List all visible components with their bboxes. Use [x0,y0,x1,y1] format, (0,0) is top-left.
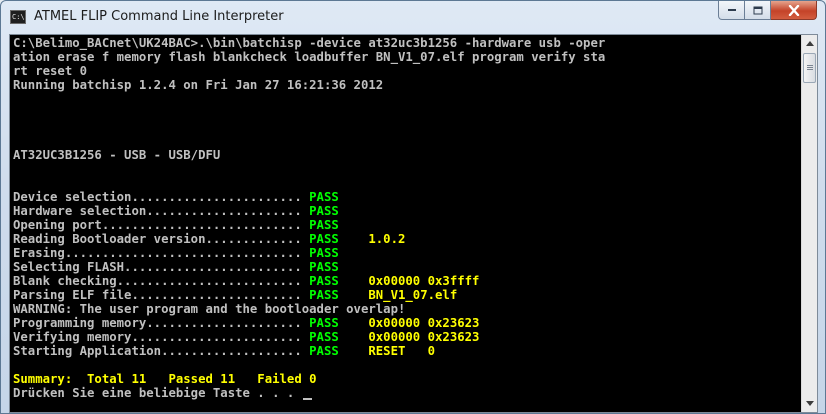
pass-status: PASS [309,274,339,288]
vertical-scrollbar[interactable] [801,35,817,412]
console-text: Parsing ELF file....................... [13,288,310,302]
thumb-grip-line [807,65,813,66]
highlighted-text: BN_V1_07.elf [338,288,458,302]
console-text: Hardware selection..................... [13,204,310,218]
console-line: ation erase f memory flash blankcheck lo… [13,50,605,64]
console-line: Drücken Sie eine beliebige Taste . . . [13,386,302,400]
console-line: Erasing................................ … [13,246,339,260]
console-text: rt reset 0 [13,64,88,78]
title-bar[interactable]: C:\ ATMEL FLIP Command Line Interpreter [1,1,825,34]
pass-status: PASS [309,288,339,302]
minimize-icon [727,9,736,11]
highlighted-text: 1.0.2 [338,232,406,246]
console-area[interactable]: C:\Belimo_BACnet\UK24BAC>.\bin\batchisp … [9,34,818,413]
highlighted-text: RESET 0 [338,344,436,358]
highlighted-text: Summary: Total 11 Passed 11 Failed 0 [13,372,317,386]
pass-status: PASS [309,204,339,218]
console-line: Blank checking......................... … [13,274,479,288]
console-text: Selecting FLASH........................ [13,260,310,274]
console-line: C:\Belimo_BACnet\UK24BAC>.\bin\batchisp … [13,36,605,50]
console-window: C:\ ATMEL FLIP Command Line Interpreter [0,0,826,414]
console-text: ation erase f memory flash blankcheck lo… [13,50,606,64]
scroll-down-button[interactable] [802,395,817,412]
pass-status: PASS [309,246,339,260]
highlighted-text: 0x00000 0x23623 [338,316,480,330]
console-text: Opening port........................... [13,218,310,232]
console-line: Hardware selection..................... … [13,204,339,218]
pass-status: PASS [309,316,339,330]
console-line: Summary: Total 11 Passed 11 Failed 0 [13,372,317,386]
arrow-down-icon [805,401,814,406]
console-text: Reading Bootloader version............. [13,232,310,246]
console-text: Starting Application................... [13,344,310,358]
close-icon [788,4,799,16]
console-text: C:\Belimo_BACnet\UK24BAC>.\bin\batchisp … [13,36,606,50]
console-line: Parsing ELF file....................... … [13,288,457,302]
close-button[interactable] [771,1,817,20]
scroll-up-button[interactable] [802,35,817,52]
arrow-up-icon [805,41,814,46]
console-text: Device selection....................... [13,190,310,204]
maximize-icon [753,6,762,14]
console-line: Reading Bootloader version............. … [13,232,405,246]
pass-status: PASS [309,330,339,344]
maximize-button[interactable] [745,1,771,20]
caption-buttons [718,1,817,21]
pass-status: PASS [309,218,339,232]
console-line: Programming memory..................... … [13,316,479,330]
console-line: Device selection....................... … [13,190,339,204]
scrollbar-thumb[interactable] [803,53,816,83]
console-line: Running batchisp 1.2.4 on Fri Jan 27 16:… [13,78,383,92]
console-app-icon[interactable]: C:\ [10,10,26,24]
console-line: Starting Application................... … [13,344,435,358]
window-title: ATMEL FLIP Command Line Interpreter [34,9,284,24]
console-line: Verifying memory....................... … [13,330,479,344]
minimize-button[interactable] [718,1,745,20]
console-line: Opening port........................... … [13,218,339,232]
text-cursor [302,398,312,400]
pass-status: PASS [309,344,339,358]
console-text: Running batchisp 1.2.4 on Fri Jan 27 16:… [13,78,384,92]
console-text: AT32UC3B1256 - USB - USB/DFU [13,148,221,162]
thumb-grip-line [807,67,813,68]
thumb-grip-line [807,69,813,70]
console-output[interactable]: C:\Belimo_BACnet\UK24BAC>.\bin\batchisp … [10,35,801,412]
console-text: Blank checking......................... [13,274,310,288]
console-text: Erasing................................ [13,246,310,260]
console-line: Selecting FLASH........................ … [13,260,339,274]
pass-status: PASS [309,232,339,246]
console-text: WARNING: The user program and the bootlo… [13,302,406,316]
console-line: AT32UC3B1256 - USB - USB/DFU [13,148,220,162]
console-text: Drücken Sie eine beliebige Taste . . . [13,386,302,400]
console-line: rt reset 0 [13,64,87,78]
console-text: Programming memory..................... [13,316,310,330]
pass-status: PASS [309,190,339,204]
console-text: Verifying memory....................... [13,330,310,344]
pass-status: PASS [309,260,339,274]
highlighted-text: 0x00000 0x3ffff [338,274,480,288]
console-line: WARNING: The user program and the bootlo… [13,302,405,316]
highlighted-text: 0x00000 0x23623 [338,330,480,344]
